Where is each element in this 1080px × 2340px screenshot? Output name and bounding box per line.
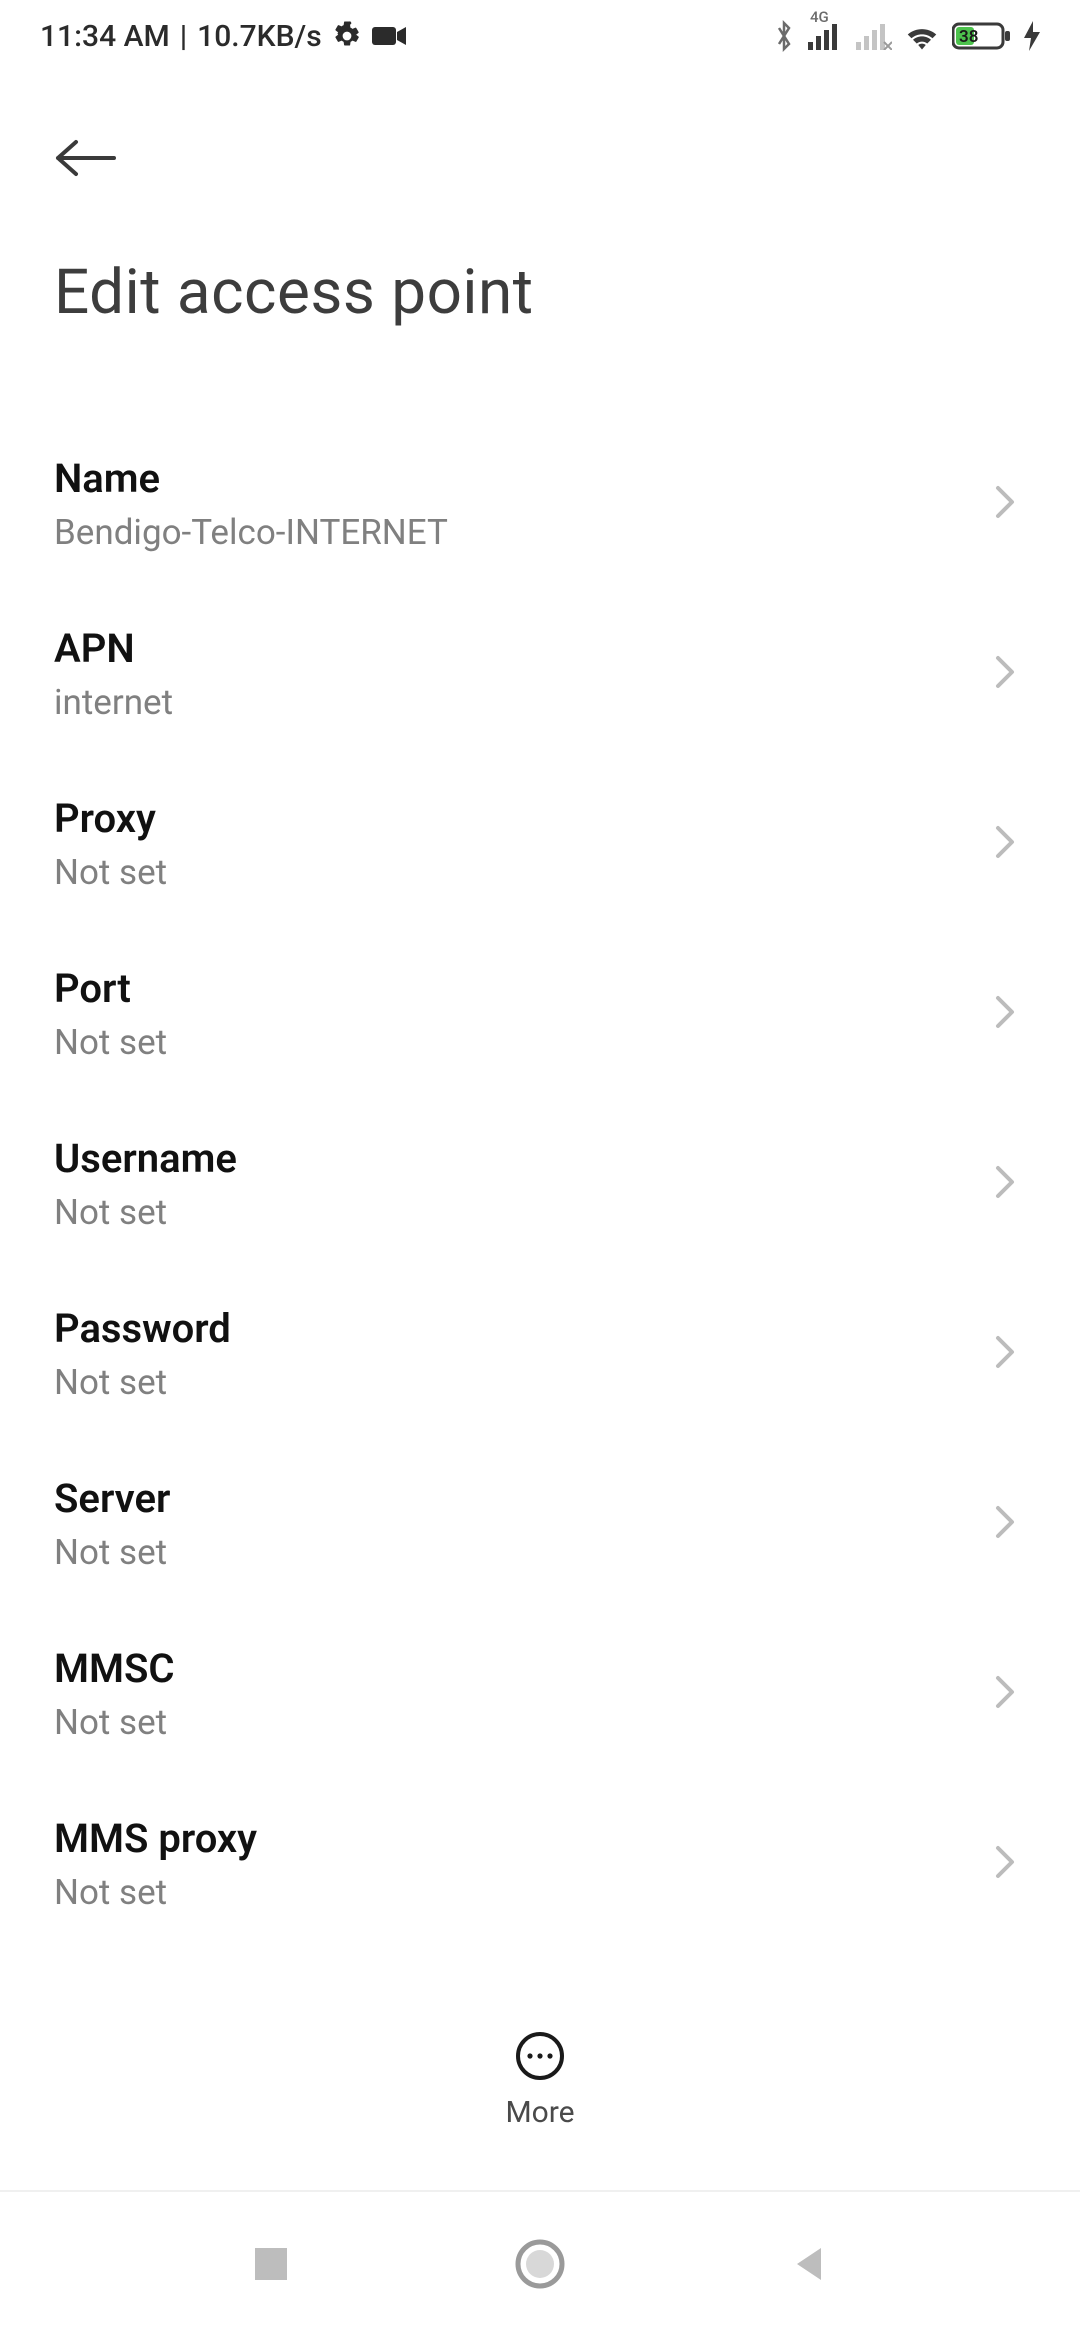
row-label: MMSC: [54, 1645, 994, 1692]
row-value: Not set: [54, 1022, 994, 1063]
status-bar-left: 11:34 AM | 10.7KB/s: [40, 19, 406, 54]
status-time: 11:34 AM: [40, 19, 170, 54]
nav-home-button[interactable]: [514, 2238, 566, 2294]
status-bar: 11:34 AM | 10.7KB/s 4G: [0, 0, 1080, 72]
chevron-right-icon: [994, 824, 1016, 864]
row-label: Server: [54, 1475, 994, 1522]
battery-icon: 38: [952, 21, 1012, 51]
row-apn[interactable]: APN internet: [0, 589, 1080, 759]
back-button[interactable]: [54, 120, 134, 200]
status-separator: |: [180, 19, 187, 54]
row-value: Not set: [54, 852, 994, 893]
triangle-left-icon: [789, 2269, 829, 2288]
row-username[interactable]: Username Not set: [0, 1099, 1080, 1269]
battery-percent-label: 38: [959, 27, 978, 47]
row-value: Not set: [54, 1192, 994, 1233]
network-type-label: 4G: [810, 8, 829, 26]
row-label: MMS proxy: [54, 1815, 994, 1862]
nav-recents-button[interactable]: [251, 2244, 291, 2288]
row-label: Proxy: [54, 795, 994, 842]
chevron-right-icon: [994, 1674, 1016, 1714]
row-port[interactable]: Port Not set: [0, 929, 1080, 1099]
row-value: Not set: [54, 1362, 994, 1403]
row-proxy[interactable]: Proxy Not set: [0, 759, 1080, 929]
row-value: Bendigo-Telco-INTERNET: [54, 512, 994, 553]
chevron-right-icon: [994, 1164, 1016, 1204]
row-value: Not set: [54, 1702, 994, 1743]
more-label: More: [505, 2095, 574, 2130]
arrow-left-icon: [54, 138, 118, 182]
bluetooth-icon: [772, 19, 796, 53]
header: Edit access point: [0, 72, 1080, 329]
signal-sim2-icon: [856, 22, 892, 50]
settings-list: Name Bendigo-Telco-INTERNET APN internet…: [0, 419, 1080, 1949]
row-mms-proxy[interactable]: MMS proxy Not set: [0, 1779, 1080, 1949]
row-value: Not set: [54, 1532, 994, 1573]
status-bar-right: 4G 38: [772, 19, 1040, 53]
row-label: Username: [54, 1135, 994, 1182]
row-value: internet: [54, 682, 994, 723]
row-mmsc[interactable]: MMSC Not set: [0, 1609, 1080, 1779]
row-label: APN: [54, 625, 994, 672]
row-value: Not set: [54, 1872, 994, 1913]
row-label: Password: [54, 1305, 994, 1352]
row-label: Port: [54, 965, 994, 1012]
status-net-speed: 10.7KB/s: [197, 19, 322, 54]
gear-icon: [332, 21, 362, 51]
signal-4g-icon: 4G: [808, 22, 844, 50]
row-label: Name: [54, 455, 994, 502]
chevron-right-icon: [994, 484, 1016, 524]
camera-icon: [372, 24, 406, 48]
wifi-icon: [904, 22, 940, 50]
square-icon: [251, 2269, 291, 2288]
chevron-right-icon: [994, 1844, 1016, 1884]
more-button[interactable]: More: [0, 2020, 1080, 2140]
row-name[interactable]: Name Bendigo-Telco-INTERNET: [0, 419, 1080, 589]
more-icon: [515, 2031, 565, 2085]
chevron-right-icon: [994, 654, 1016, 694]
row-server[interactable]: Server Not set: [0, 1439, 1080, 1609]
chevron-right-icon: [994, 1334, 1016, 1374]
row-password[interactable]: Password Not set: [0, 1269, 1080, 1439]
circle-icon: [514, 2275, 566, 2294]
charging-icon: [1024, 21, 1040, 51]
chevron-right-icon: [994, 994, 1016, 1034]
chevron-right-icon: [994, 1504, 1016, 1544]
system-navigation-bar: [0, 2190, 1080, 2340]
nav-back-button[interactable]: [789, 2244, 829, 2288]
page-title: Edit access point: [54, 256, 1026, 329]
